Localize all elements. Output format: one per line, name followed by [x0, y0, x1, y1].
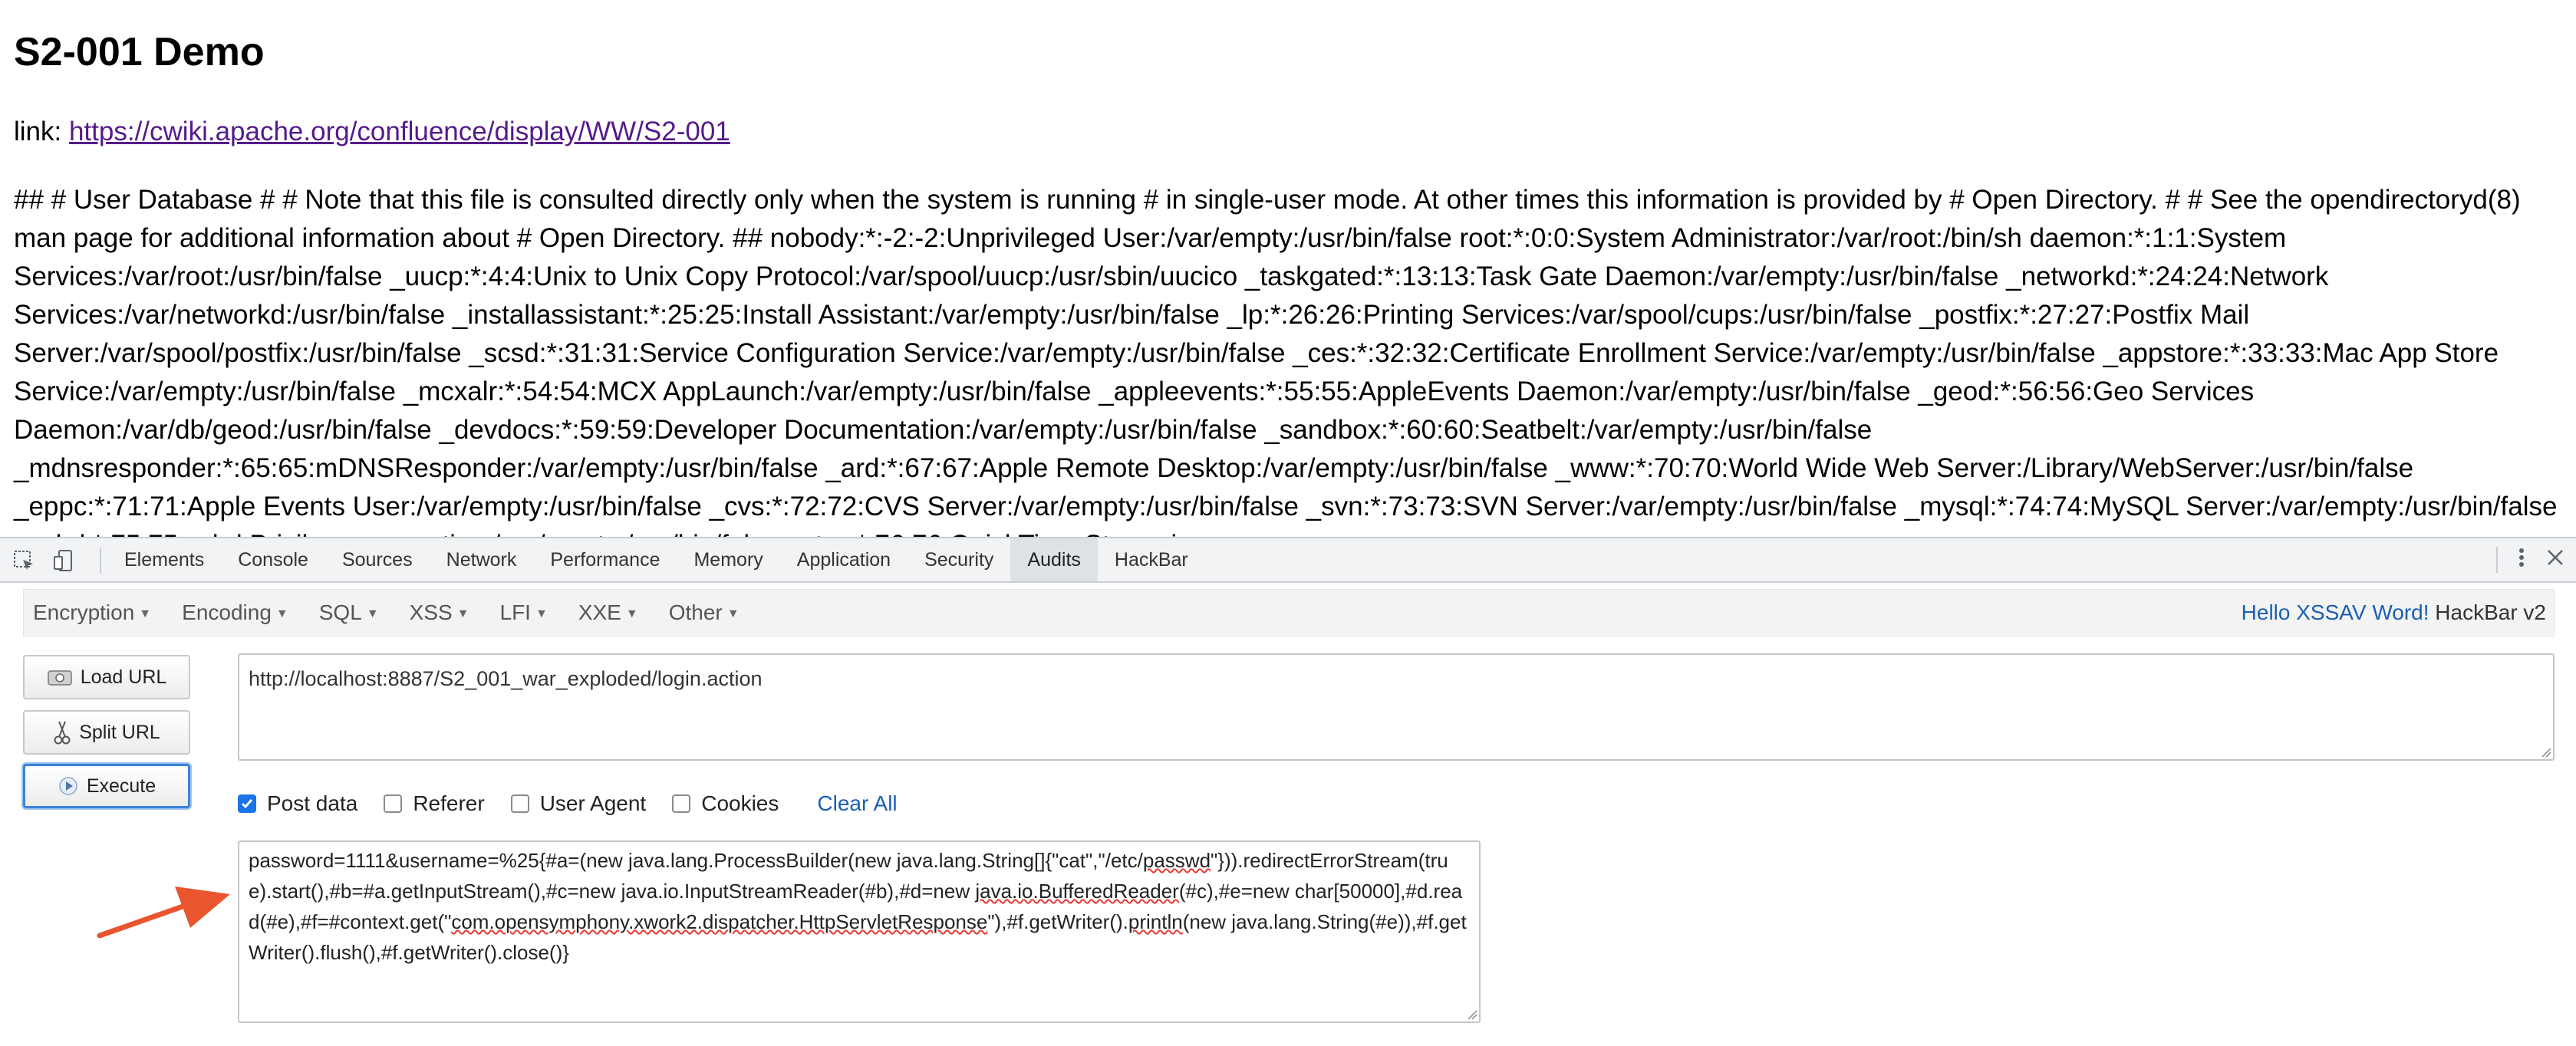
advisory-link[interactable]: https://cwiki.apache.org/confluence/disp… [69, 117, 730, 146]
caret-down-icon: ▼ [726, 607, 740, 620]
tab-hackbar[interactable]: HackBar [1098, 538, 1205, 581]
load-url-button[interactable]: Load URL [23, 655, 190, 699]
post-data-textarea[interactable]: password=1111&username=%25{#a=(new java.… [238, 840, 1481, 1023]
page-content: S2-001 Demo link: https://cwiki.apache.o… [0, 0, 2576, 537]
caret-down-icon: ▼ [625, 607, 638, 620]
menu-encoding[interactable]: Encoding ▼ [182, 600, 288, 625]
tab-audits[interactable]: Audits [1010, 538, 1098, 581]
caret-down-icon: ▼ [366, 607, 379, 620]
play-icon [59, 777, 77, 795]
devtools-panel: Elements Console Sources Network Perform… [0, 537, 2576, 1046]
devtools-tabbar: Elements Console Sources Network Perform… [0, 538, 2576, 583]
menu-xss[interactable]: XSS ▼ [410, 600, 469, 625]
post-data-checkbox[interactable] [238, 794, 256, 813]
caret-down-icon: ▼ [139, 607, 152, 620]
menu-lfi[interactable]: LFI ▼ [500, 600, 548, 625]
menu-sql[interactable]: SQL ▼ [319, 600, 379, 625]
check-icon [241, 799, 253, 809]
toolbar-divider [100, 548, 101, 574]
link-line: link: https://cwiki.apache.org/confluenc… [14, 117, 730, 147]
tab-network[interactable]: Network [430, 538, 534, 581]
inspect-element-icon[interactable] [11, 548, 37, 574]
post-data-option[interactable]: Post data [238, 791, 357, 816]
referer-checkbox[interactable] [384, 794, 403, 813]
cookies-option[interactable]: Cookies [672, 791, 779, 816]
referer-option[interactable]: Referer [384, 791, 485, 816]
menu-xxe[interactable]: XXE ▼ [578, 600, 638, 625]
clear-all-link[interactable]: Clear All [817, 791, 897, 816]
user-agent-option[interactable]: User Agent [510, 791, 646, 816]
resize-grip-icon[interactable] [1465, 1008, 1477, 1020]
cookies-checkbox[interactable] [672, 794, 691, 813]
tab-sources[interactable]: Sources [325, 538, 430, 581]
url-textarea[interactable]: http://localhost:8887/S2_001_war_explode… [238, 653, 2555, 761]
caret-down-icon: ▼ [535, 607, 548, 620]
toolbar-divider-right [2496, 546, 2498, 573]
command-output: ## # User Database # # Note that this fi… [14, 185, 2558, 537]
scissors-icon [54, 721, 71, 745]
caret-down-icon: ▼ [456, 607, 469, 620]
more-options-icon[interactable] [2518, 546, 2525, 573]
tab-application[interactable]: Application [780, 538, 908, 581]
devtools-tabs: Elements Console Sources Network Perform… [107, 538, 1205, 581]
page-title: S2-001 Demo [14, 30, 265, 74]
annotation-arrow-icon [97, 886, 230, 939]
hackbar-menubar: Encryption ▼ Encoding ▼ SQL ▼ XSS ▼ LFI ▼ XXE… [23, 589, 2555, 636]
tab-performance[interactable]: Performance [533, 538, 677, 581]
tab-security[interactable]: Security [908, 538, 1010, 581]
tab-console[interactable]: Console [221, 538, 325, 581]
menu-encryption[interactable]: Encryption ▼ [33, 600, 151, 625]
resize-grip-icon[interactable] [2539, 745, 2551, 758]
user-agent-checkbox[interactable] [510, 794, 529, 813]
menu-other[interactable]: Other ▼ [669, 600, 740, 625]
device-toolbar-icon[interactable] [51, 548, 77, 574]
url-value: http://localhost:8887/S2_001_war_explode… [249, 667, 763, 690]
link-prefix: link: [14, 117, 69, 146]
close-icon[interactable] [2545, 548, 2565, 571]
load-url-icon [47, 670, 72, 686]
execute-button[interactable]: Execute [23, 764, 190, 808]
caret-down-icon: ▼ [275, 607, 288, 620]
request-options: Post data Referer User Agent Cookies Cle… [238, 788, 898, 819]
tab-elements[interactable]: Elements [107, 538, 221, 581]
hackbar-hello[interactable]: Hello XSSAV Word! [2242, 600, 2429, 624]
split-url-button[interactable]: Split URL [23, 710, 190, 755]
hackbar-brand: Hello XSSAV Word! HackBar v2 [2242, 590, 2546, 636]
tab-memory[interactable]: Memory [677, 538, 779, 581]
hackbar-version: HackBar v2 [2435, 600, 2546, 624]
